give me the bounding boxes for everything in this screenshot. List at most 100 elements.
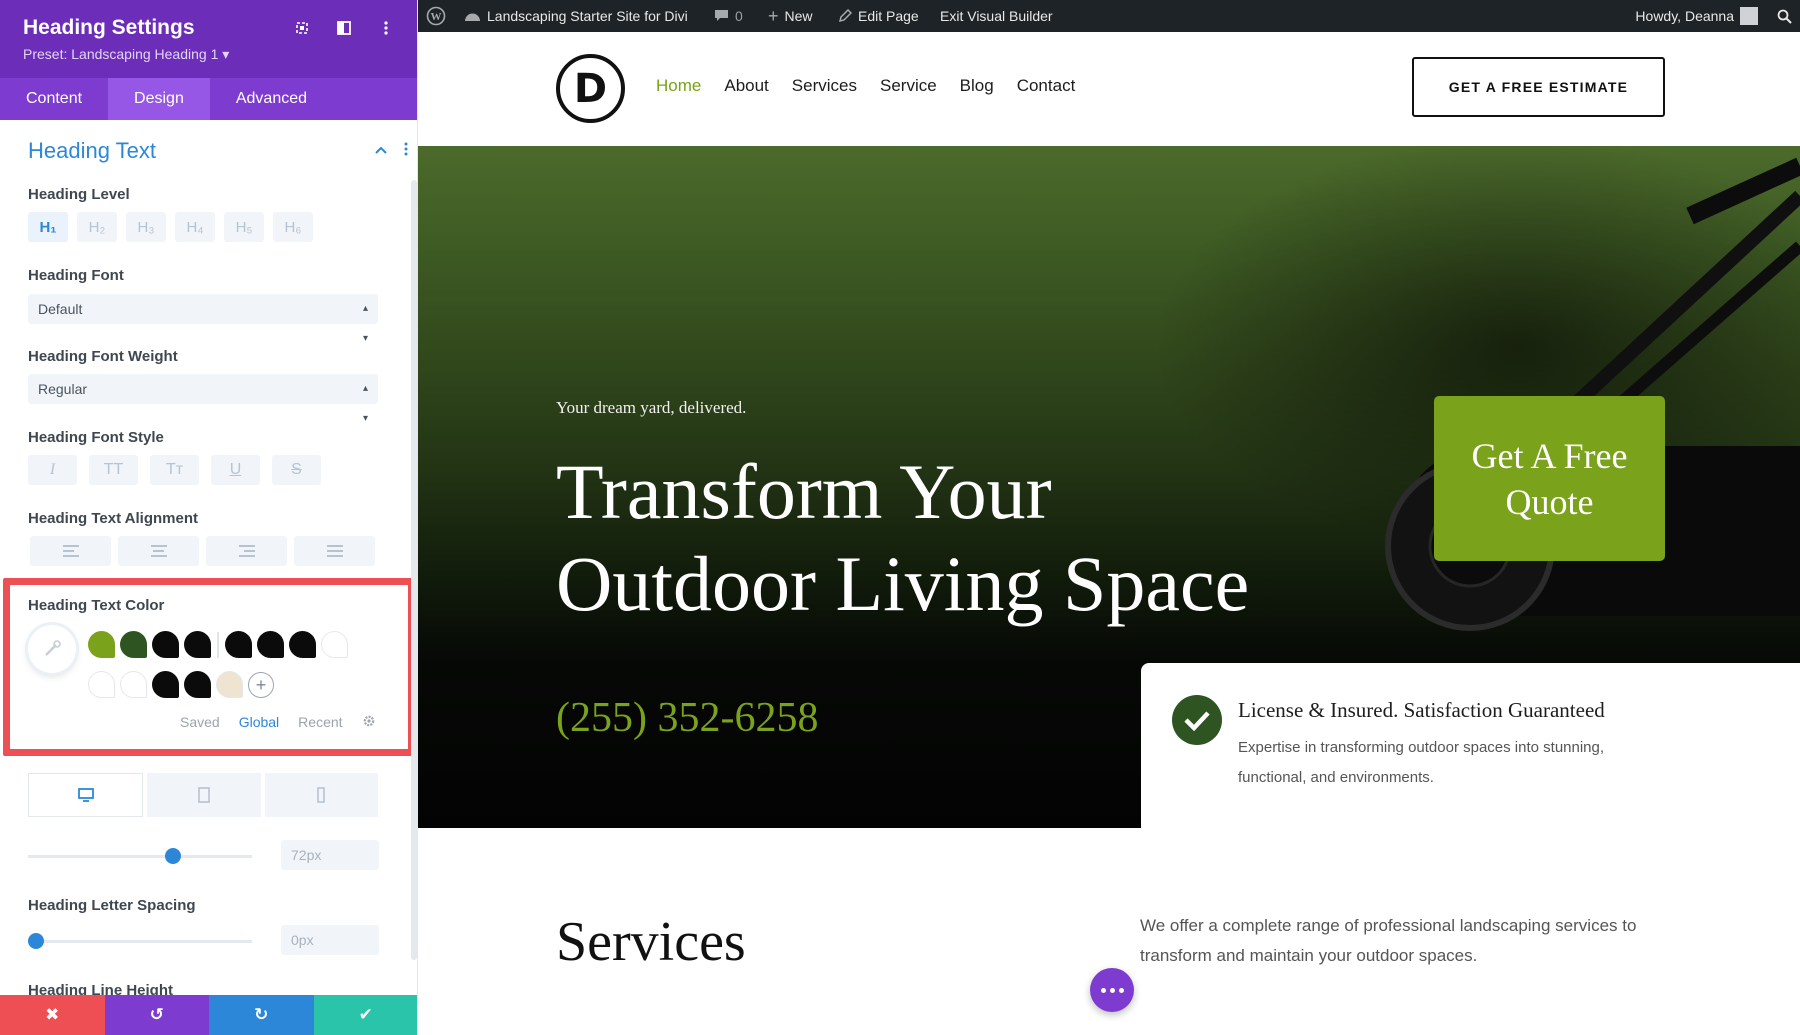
- chevron-up-icon[interactable]: [374, 142, 388, 159]
- free-estimate-button[interactable]: GET A FREE ESTIMATE: [1412, 57, 1665, 117]
- panel-scrollbar[interactable]: [411, 180, 417, 960]
- swatch-4[interactable]: [184, 631, 211, 658]
- desktop-tab[interactable]: [28, 773, 144, 817]
- edit-page-label: Edit Page: [858, 8, 919, 24]
- color-settings-gear-icon[interactable]: [362, 714, 376, 731]
- heading-level-h3[interactable]: H₃: [126, 212, 166, 242]
- nav-blog[interactable]: Blog: [960, 76, 994, 96]
- color-tab-global[interactable]: Global: [239, 714, 279, 731]
- letter-spacing-input[interactable]: 0px: [281, 925, 379, 955]
- swatch-9[interactable]: [88, 671, 115, 698]
- heading-level-h5[interactable]: H₅: [224, 212, 264, 242]
- heading-text-section-header[interactable]: Heading Text: [28, 138, 408, 166]
- new-label: New: [784, 8, 813, 24]
- letter-spacing-slider[interactable]: [28, 933, 252, 949]
- discard-button[interactable]: ✖: [0, 995, 105, 1035]
- wordpress-logo-icon[interactable]: W: [426, 0, 446, 32]
- tab-design[interactable]: Design: [108, 78, 210, 120]
- free-quote-button[interactable]: Get A Free Quote: [1434, 396, 1665, 561]
- color-picker-button[interactable]: [28, 625, 76, 673]
- heading-font-weight-select[interactable]: Regular ▴ ▾: [28, 374, 378, 424]
- swatch-1[interactable]: [88, 631, 115, 658]
- swatch-12[interactable]: [184, 671, 211, 698]
- comment-icon: [715, 10, 728, 21]
- tab-content[interactable]: Content: [0, 78, 108, 120]
- fullscreen-icon[interactable]: [292, 18, 312, 38]
- more-options-icon[interactable]: [376, 18, 396, 38]
- exit-visual-builder-link[interactable]: Exit Visual Builder: [940, 0, 1053, 32]
- align-justify-icon: [326, 545, 343, 557]
- new-content-link[interactable]: + New: [768, 0, 813, 32]
- swatch-10[interactable]: [120, 671, 147, 698]
- comments-link[interactable]: 0: [714, 0, 743, 32]
- strikethrough-button[interactable]: S: [272, 455, 321, 485]
- hero-heading[interactable]: Transform Your Outdoor Living Space: [556, 446, 1316, 630]
- dot-icon: [1109, 987, 1115, 993]
- search-icon[interactable]: [1777, 0, 1792, 32]
- hero-subtitle: Your dream yard, delivered.: [556, 398, 747, 417]
- heading-font-style-options: I TT Tт U S: [28, 455, 321, 485]
- nav-service[interactable]: Service: [880, 76, 937, 96]
- phone-tab[interactable]: [264, 773, 378, 817]
- align-left-button[interactable]: [30, 536, 111, 566]
- site-logo[interactable]: D: [556, 54, 625, 123]
- align-center-button[interactable]: [118, 536, 199, 566]
- split-view-icon[interactable]: [334, 18, 354, 38]
- heading-level-h1[interactable]: H₁: [28, 212, 68, 242]
- italic-button[interactable]: I: [28, 455, 77, 485]
- swatch-8[interactable]: [321, 631, 348, 658]
- responsive-device-tabs: [28, 773, 378, 817]
- heading-font-select[interactable]: Default ▴ ▾: [28, 294, 378, 344]
- text-size-input[interactable]: 72px: [281, 840, 379, 870]
- builder-options-button[interactable]: [1090, 968, 1134, 1012]
- heading-level-h4[interactable]: H₄: [175, 212, 215, 242]
- phone-number[interactable]: (255) 352-6258: [556, 694, 818, 742]
- pencil-icon: [838, 9, 852, 23]
- account-menu[interactable]: Howdy, Deanna: [1635, 0, 1758, 32]
- swatch-5[interactable]: [225, 631, 252, 658]
- swatch-2[interactable]: [120, 631, 147, 658]
- site-name-link[interactable]: Landscaping Starter Site for Divi: [464, 0, 688, 32]
- text-size-slider-knob[interactable]: [165, 848, 182, 864]
- global-colors-row-2: +: [88, 671, 274, 698]
- uppercase-button[interactable]: TT: [89, 455, 138, 485]
- swatch-11[interactable]: [152, 671, 179, 698]
- color-tab-recent[interactable]: Recent: [298, 714, 342, 731]
- redo-button[interactable]: ↻: [209, 995, 314, 1035]
- panel-title: Heading Settings: [23, 16, 195, 39]
- heading-font-weight-value: Regular: [38, 381, 88, 397]
- dot-icon: [1118, 987, 1124, 993]
- color-tabs: Saved Global Recent: [180, 714, 376, 731]
- site-name: Landscaping Starter Site for Divi: [487, 8, 688, 24]
- letter-spacing-slider-knob[interactable]: [28, 933, 44, 949]
- swatch-13[interactable]: [216, 671, 243, 698]
- align-justify-button[interactable]: [294, 536, 375, 566]
- undo-button[interactable]: ↺: [104, 995, 209, 1035]
- alignment-options: [30, 536, 375, 566]
- heading-level-h6[interactable]: H₆: [273, 212, 313, 242]
- swatch-3[interactable]: [152, 631, 179, 658]
- site-preview: W Landscaping Starter Site for Divi 0 + …: [418, 0, 1800, 1035]
- nav-contact[interactable]: Contact: [1017, 76, 1076, 96]
- tab-advanced[interactable]: Advanced: [210, 78, 333, 120]
- swatch-6[interactable]: [257, 631, 284, 658]
- text-size-slider[interactable]: [28, 848, 252, 864]
- tablet-tab[interactable]: [147, 773, 261, 817]
- swatch-7[interactable]: [289, 631, 316, 658]
- underline-button[interactable]: U: [211, 455, 260, 485]
- heading-text-color-highlight: Heading Text Color + Saved Global Recent: [3, 578, 415, 756]
- nav-home[interactable]: Home: [656, 76, 701, 96]
- nav-about[interactable]: About: [724, 76, 768, 96]
- edit-page-link[interactable]: Edit Page: [838, 0, 919, 32]
- heading-font-label: Heading Font: [28, 267, 124, 284]
- add-color-icon[interactable]: +: [248, 671, 274, 698]
- eyedropper-icon: [45, 640, 61, 656]
- heading-level-h2[interactable]: H₂: [77, 212, 117, 242]
- nav-services[interactable]: Services: [792, 76, 857, 96]
- preset-dropdown[interactable]: Preset: Landscaping Heading 1 ▾: [23, 46, 229, 63]
- align-right-button[interactable]: [206, 536, 287, 566]
- capitalize-button[interactable]: Tт: [150, 455, 199, 485]
- section-options-icon[interactable]: [404, 142, 408, 159]
- save-button[interactable]: ✔: [313, 995, 417, 1035]
- color-tab-saved[interactable]: Saved: [180, 714, 220, 731]
